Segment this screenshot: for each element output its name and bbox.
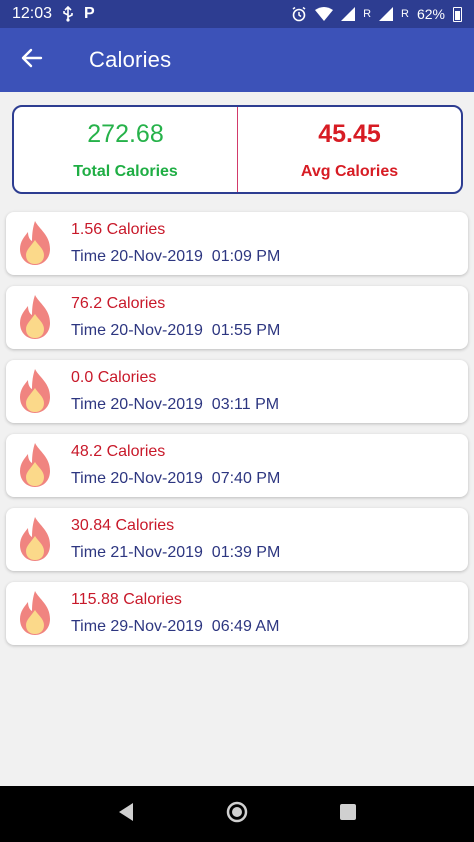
parking-icon: P	[84, 5, 95, 22]
roaming-label-1: R	[363, 8, 372, 20]
item-time: Time 20-Nov-2019 01:09 PM	[71, 248, 281, 265]
fire-icon	[18, 294, 52, 340]
alarm-icon	[291, 6, 307, 22]
nav-recents-button[interactable]	[328, 794, 368, 834]
usb-icon	[62, 6, 74, 22]
avg-calories-value: 45.45	[318, 120, 381, 148]
fire-icon	[18, 368, 52, 414]
avg-calories-panel: 45.45 Avg Calories	[237, 107, 461, 192]
total-calories-value: 272.68	[87, 120, 164, 148]
nav-recents-icon	[339, 803, 357, 826]
signal-icon	[341, 7, 356, 21]
item-calories: 48.2 Calories	[71, 443, 166, 460]
list-item[interactable]: 115.88 Calories Time 29-Nov-2019 06:49 A…	[6, 582, 468, 645]
calorie-list: 1.56 Calories Time 20-Nov-2019 01:09 PM …	[6, 212, 468, 656]
item-time: Time 20-Nov-2019 07:40 PM	[71, 470, 281, 487]
system-nav-bar	[0, 786, 474, 842]
item-calories: 115.88 Calories	[71, 591, 182, 608]
item-time: Time 29-Nov-2019 06:49 AM	[71, 618, 280, 635]
roaming-label-2: R	[401, 8, 409, 20]
item-calories: 0.0 Calories	[71, 369, 157, 386]
list-item[interactable]: 30.84 Calories Time 21-Nov-2019 01:39 PM	[6, 508, 468, 571]
item-time: Time 20-Nov-2019 03:11 PM	[71, 396, 280, 413]
item-calories: 76.2 Calories	[71, 295, 166, 312]
signal-icon-2	[379, 7, 394, 21]
battery-percent: 62%	[416, 6, 445, 22]
status-time: 12:03	[12, 5, 53, 22]
nav-back-button[interactable]	[106, 794, 146, 834]
list-item[interactable]: 76.2 Calories Time 20-Nov-2019 01:55 PM	[6, 286, 468, 349]
back-button[interactable]	[0, 28, 64, 92]
wifi-icon	[315, 7, 334, 21]
list-item[interactable]: 48.2 Calories Time 20-Nov-2019 07:40 PM	[6, 434, 468, 497]
item-calories: 30.84 Calories	[71, 517, 175, 534]
avg-calories-label: Avg Calories	[300, 163, 399, 180]
status-bar: 12:03 P R R 62%	[0, 0, 474, 28]
item-time: Time 21-Nov-2019 01:39 PM	[71, 544, 281, 561]
nav-home-button[interactable]	[217, 794, 257, 834]
item-calories: 1.56 Calories	[71, 221, 166, 238]
fire-icon	[18, 220, 52, 266]
fire-icon	[18, 442, 52, 488]
summary-card: 272.68 Total Calories 45.45 Avg Calories	[12, 105, 463, 194]
nav-back-icon	[117, 802, 135, 827]
list-item[interactable]: 0.0 Calories Time 20-Nov-2019 03:11 PM	[6, 360, 468, 423]
page-title: Calories	[89, 47, 172, 72]
total-calories-label: Total Calories	[73, 163, 178, 180]
fire-icon	[18, 590, 52, 636]
nav-home-icon	[226, 801, 248, 828]
total-calories-panel: 272.68 Total Calories	[14, 107, 237, 192]
battery-icon	[453, 6, 462, 22]
fire-icon	[18, 516, 52, 562]
item-time: Time 20-Nov-2019 01:55 PM	[71, 322, 281, 339]
app-bar: Calories	[0, 28, 474, 92]
arrow-back-icon	[21, 47, 43, 74]
list-item[interactable]: 1.56 Calories Time 20-Nov-2019 01:09 PM	[6, 212, 468, 275]
